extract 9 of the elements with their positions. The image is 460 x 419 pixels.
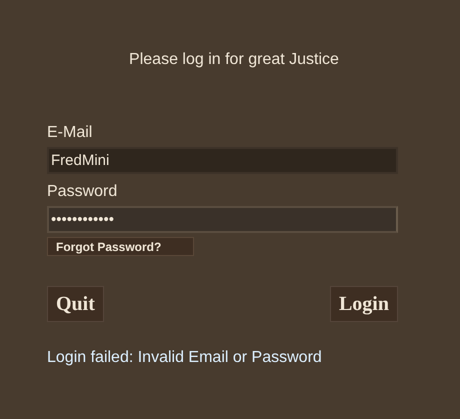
- login-button[interactable]: Login: [330, 286, 398, 322]
- input-field[interactable]: ••••••••••••: [47, 206, 398, 233]
- quit-button[interactable]: Quit: [47, 286, 104, 322]
- forgot-password-button[interactable]: Forgot Password?: [47, 237, 194, 256]
- field-label: E-Mail: [47, 124, 94, 142]
- field-label: Password: [47, 183, 118, 201]
- error-message: Login failed: Invalid Email or Password: [47, 348, 323, 368]
- input-field[interactable]: FredMini: [47, 147, 398, 174]
- login-heading: Please log in for great Justice: [128, 50, 340, 70]
